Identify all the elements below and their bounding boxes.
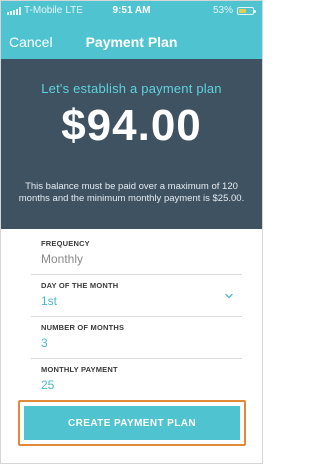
create-payment-plan-button[interactable]: CREATE PAYMENT PLAN	[24, 406, 240, 440]
balance-amount: $94.00	[61, 101, 202, 150]
frequency-value: Monthly	[41, 252, 84, 266]
top-bar: T-Mobile LTE 9:51 AM 53% Cancel Payment …	[1, 1, 262, 59]
battery-icon	[237, 6, 256, 15]
day-of-month-value: 1st	[41, 294, 58, 308]
payment-plan-form: FREQUENCY Monthly DAY OF THE MONTH 1st N…	[31, 233, 242, 401]
create-plan-highlight: CREATE PAYMENT PLAN	[18, 400, 246, 446]
monthly-payment-field[interactable]: MONTHLY PAYMENT 25	[31, 359, 242, 401]
battery-info: 53%	[212, 5, 256, 16]
chevron-down-icon[interactable]	[224, 291, 234, 301]
frequency-label: FREQUENCY	[41, 239, 90, 248]
number-of-months-value[interactable]: 3	[41, 336, 48, 350]
page-title: Payment Plan	[85, 34, 178, 50]
balance-summary: Let's establish a payment plan $94.00 Th…	[1, 59, 262, 229]
number-of-months-label: NUMBER OF MONTHS	[41, 323, 125, 332]
day-of-month-select[interactable]: DAY OF THE MONTH 1st	[31, 275, 242, 317]
monthly-payment-value[interactable]: 25	[41, 378, 54, 392]
frequency-field[interactable]: FREQUENCY Monthly	[31, 233, 242, 275]
nav-bar: Cancel Payment Plan	[1, 31, 262, 53]
payment-plan-screen: T-Mobile LTE 9:51 AM 53% Cancel Payment …	[0, 0, 263, 464]
status-bar: T-Mobile LTE 9:51 AM 53%	[1, 5, 262, 19]
balance-note: This balance must be paid over a maximum…	[18, 181, 245, 204]
day-of-month-label: DAY OF THE MONTH	[41, 281, 119, 290]
battery-percent: 53%	[212, 5, 233, 16]
hero-headline: Let's establish a payment plan	[41, 81, 222, 96]
number-of-months-field[interactable]: NUMBER OF MONTHS 3	[31, 317, 242, 359]
monthly-payment-label: MONTHLY PAYMENT	[41, 365, 118, 374]
